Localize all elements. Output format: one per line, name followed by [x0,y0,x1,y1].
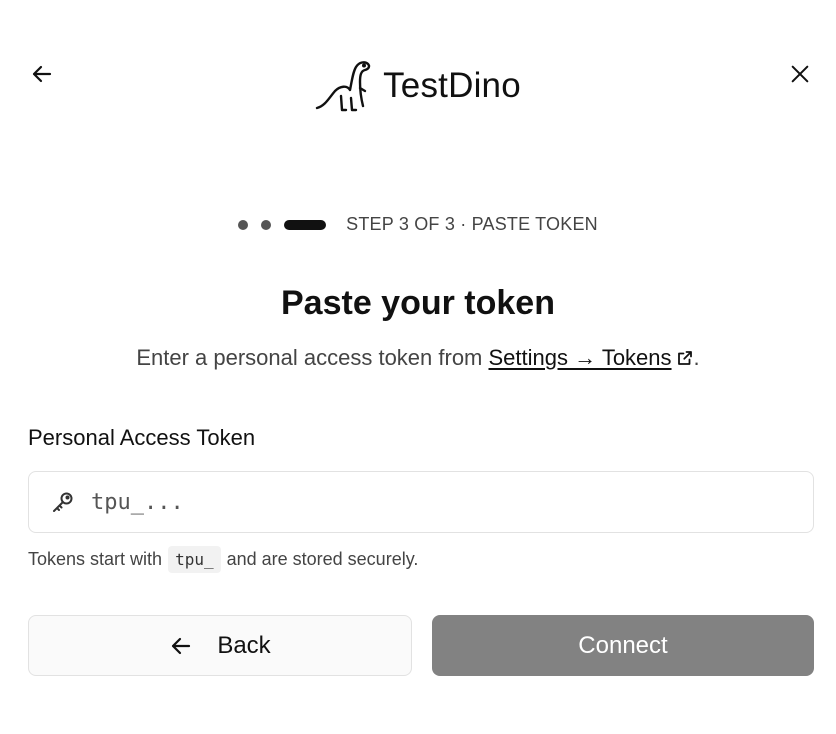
arrow-left-icon [172,637,191,654]
hint-suffix: and are stored securely. [226,549,419,569]
back-button[interactable]: Back [28,615,412,676]
step-label: STEP 3 OF 3 · PASTE TOKEN [346,214,598,234]
step-dot-3-active [284,219,327,230]
subtitle-suffix: . [693,345,700,370]
key-icon [53,492,73,512]
step-dot-2 [261,219,272,230]
external-link-icon [677,351,692,365]
hint-token-prefix-code: tpu_ [168,546,221,573]
brand-name: TestDino [383,66,521,105]
back-button-label: Back [217,631,271,659]
token-hint: Tokens start with tpu_ and are stored se… [28,546,418,573]
token-input[interactable] [91,489,771,515]
step-dot-1 [238,219,249,230]
settings-tokens-link[interactable]: Settings → Tokens [489,345,694,370]
connect-button-label: Connect [578,631,668,659]
subtitle-text: Enter a personal access token from [136,345,489,370]
page-subtitle: Enter a personal access token from Setti… [0,345,836,371]
hint-prefix: Tokens start with [28,549,163,569]
settings-tokens-link-label: Settings → Tokens [488,345,672,370]
dinosaur-icon [315,61,371,112]
connect-button[interactable]: Connect [432,615,814,676]
step-indicator: STEP 3 OF 3 · PASTE TOKEN [0,214,836,235]
brand-header: TestDino [0,58,836,114]
token-field-label: Personal Access Token [28,425,256,450]
page-title: Paste your token [281,284,555,322]
token-input-wrapper[interactable] [28,471,814,533]
